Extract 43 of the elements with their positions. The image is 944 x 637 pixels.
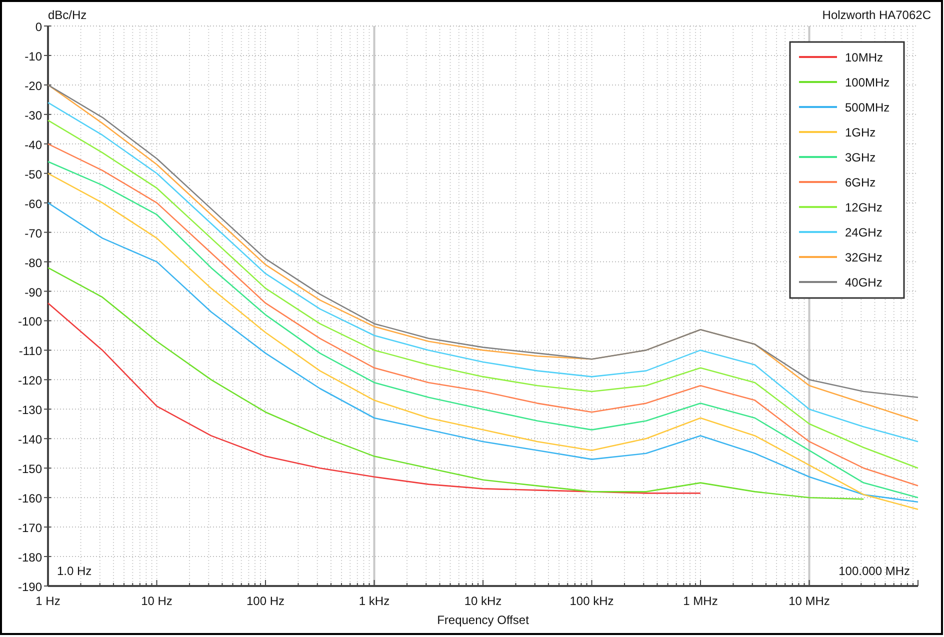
y-tick-label: -70 [24,226,42,240]
y-tick-label: -90 [24,285,42,300]
y-tick-label: -140 [18,432,42,447]
x-tick-label: 10 Hz [141,594,172,608]
legend-label: 32GHz [845,250,882,264]
legend-label: 10MHz [845,50,884,64]
x-tick-label: 1 Hz [36,594,60,608]
y-tick-label: -80 [24,256,42,270]
legend-label: 3GHz [845,150,876,164]
y-tick-label: -100 [18,314,42,329]
x-tick-label: 1 MHz [683,594,718,608]
legend-label: 40GHz [845,276,882,290]
legend-label: 24GHz [845,226,882,240]
y-tick-label: -150 [18,462,42,476]
x-tick-label: 10 MHz [788,594,830,608]
legend-label: 500MHz [845,100,890,114]
y-tick-label: -20 [24,78,42,93]
legend-label: 1GHz [845,126,876,140]
y-tick-label: -30 [24,108,42,122]
legend-label: 6GHz [845,176,876,190]
range-label: 1.0 Hz [57,564,92,578]
y-tick-label: -160 [18,492,42,506]
y-tick-label: -10 [24,49,42,64]
legend-label: 100MHz [845,76,890,90]
y-axis-title: dBc/Hz [48,8,87,22]
y-tick-label: 0 [35,20,42,34]
y-tick-label: -110 [18,344,42,358]
y-tick-label: -130 [18,403,42,418]
range-label: 100.000 MHz [838,564,910,578]
x-axis-title: Frequency Offset [437,613,529,627]
y-tick-label: -190 [18,580,42,594]
legend-label: 12GHz [845,200,882,214]
x-tick-label: 10 kHz [464,594,502,608]
y-tick-label: -40 [24,138,42,152]
x-tick-label: 1 kHz [358,594,390,608]
x-tick-label: 100 kHz [570,594,614,608]
y-tick-label: -60 [24,196,42,211]
y-tick-label: -170 [18,521,42,536]
y-tick-label: -120 [18,374,42,388]
y-tick-label: -50 [24,167,42,182]
chart-title: Holzworth HA7062C [822,8,931,22]
y-tick-label: -180 [18,550,42,565]
x-tick-label: 100 Hz [246,594,285,608]
